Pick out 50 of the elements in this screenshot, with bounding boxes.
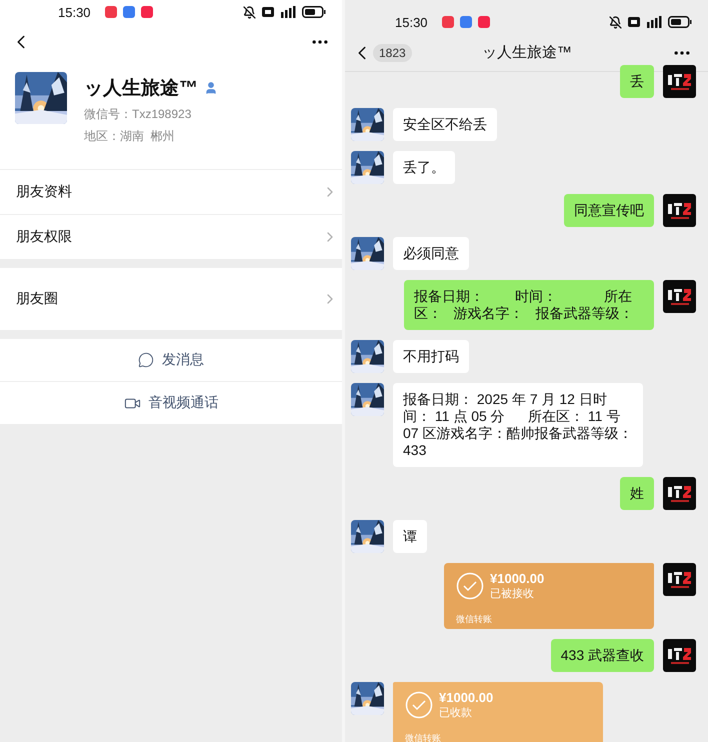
hd-icon	[628, 17, 640, 27]
transfer-amount: ¥1000.00	[439, 690, 494, 705]
app-icon	[140, 6, 153, 18]
contact-name: ッ人生旅途™	[84, 76, 198, 101]
video-call-button[interactable]: 音视频通话	[0, 381, 342, 424]
transfer-status: 已被接收	[490, 586, 535, 601]
message-bubble: 安全区不给丢	[393, 108, 497, 141]
hd-icon	[262, 7, 274, 17]
message-bubble: 同意宣传吧	[564, 194, 654, 227]
menu-item[interactable]: 朋友资料	[0, 169, 342, 214]
app-icon	[442, 16, 454, 28]
transfer-amount: ¥1000.00	[490, 571, 544, 586]
transfer-source: 微信转账	[405, 732, 442, 742]
battery-icon	[668, 16, 692, 28]
app-icon	[460, 16, 472, 28]
menu-label: 朋友圈	[16, 290, 58, 308]
wechat-id: 微信号：Txz198923	[84, 106, 192, 123]
transfer-source: 微信转账	[456, 613, 493, 626]
status-time: 15:30	[395, 14, 428, 30]
transfer-status: 已收款	[439, 706, 473, 720]
menu-label: 朋友权限	[16, 228, 72, 246]
menu-label: 朋友资料	[16, 183, 72, 201]
menu-item[interactable]: 朋友权限	[0, 214, 342, 259]
app-icon	[104, 6, 117, 18]
chat-title: ッ人生旅途™	[480, 43, 573, 62]
message-bubble: 姓	[620, 477, 654, 510]
message-bubble: 433 武器查收	[550, 639, 654, 672]
message-bubble: 报备日期： 时间： 所在区： 游戏名字： 报备武器等级：	[404, 280, 654, 330]
battery-icon	[302, 6, 326, 18]
mute-icon	[609, 16, 622, 28]
message-bubble: 报备日期： 2025 年 7 月 12 日时间： 11 点 05 分 所在区： 11 号 07 区游戏名字：酷帅报备武器等级：433	[393, 383, 643, 467]
menu-item[interactable]: 朋友圈	[0, 267, 342, 330]
signal-icon	[646, 16, 662, 28]
message-bubble: 丢了。	[393, 151, 455, 184]
message-bubble: 必须同意	[393, 237, 469, 270]
region-text: 地区：湖南 郴州	[84, 128, 176, 145]
message-bubble: 丢	[620, 65, 654, 98]
message-button[interactable]: 发消息	[0, 338, 342, 381]
signal-icon	[280, 6, 296, 18]
status-time: 15:30	[58, 4, 91, 20]
check-circle-icon	[456, 572, 484, 600]
check-circle-icon	[405, 691, 433, 719]
unread-count: 1823	[373, 44, 412, 62]
mute-icon	[243, 6, 256, 18]
person-icon	[204, 81, 218, 95]
message-bubble: 不用打码	[393, 340, 469, 373]
message-bubble: 谭	[393, 520, 427, 553]
chat-icon	[138, 352, 154, 368]
app-icon	[478, 16, 490, 28]
app-icon	[122, 6, 135, 18]
